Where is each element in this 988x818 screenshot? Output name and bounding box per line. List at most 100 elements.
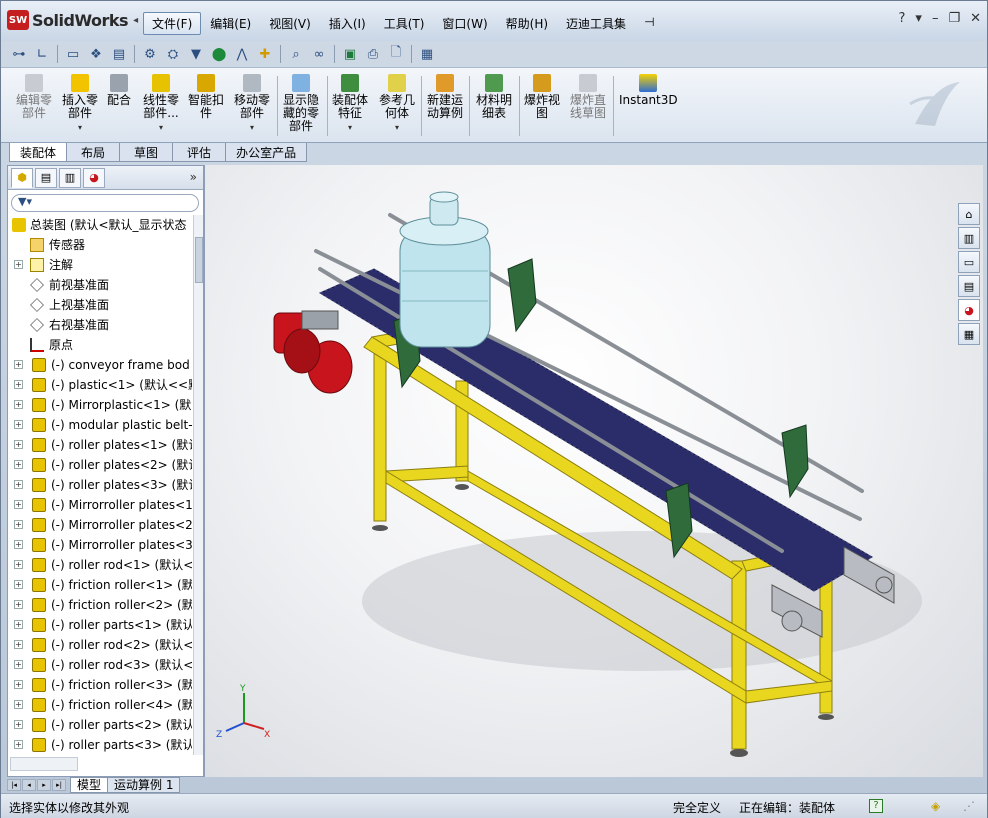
help-dropdown-icon[interactable]: ▾ bbox=[915, 11, 922, 26]
last-tab-icon[interactable]: ▸| bbox=[52, 779, 66, 791]
tree-item[interactable]: + (-) roller plates<2> (默认 bbox=[10, 455, 192, 475]
expand-icon[interactable]: + bbox=[14, 580, 23, 589]
minimize-button[interactable]: – bbox=[932, 11, 939, 26]
tab-assembly[interactable]: 装配体 bbox=[9, 143, 68, 162]
tab-evaluate[interactable]: 评估 bbox=[172, 143, 227, 162]
insert-component-button[interactable]: 插入零部件 ▾ bbox=[61, 74, 99, 134]
tree-item[interactable]: + (-) roller parts<2> (默认 bbox=[10, 715, 192, 735]
measure-icon[interactable]: ⊶ bbox=[9, 44, 29, 64]
expand-icon[interactable]: + bbox=[14, 540, 23, 549]
table-icon[interactable]: ▦ bbox=[417, 44, 437, 64]
home-icon[interactable]: ⌂ bbox=[958, 203, 980, 225]
menu-window[interactable]: 窗口(W) bbox=[433, 12, 496, 35]
tree-item[interactable]: 上视基准面 bbox=[10, 295, 192, 315]
graphics-area[interactable]: Y X Z ⌕ ⌖ ↶ ◧ ▣▾ ◩▾ ◌▾ ◕ ✿▾ ▦▾ ▬ ❐ ✕ bbox=[204, 165, 983, 777]
explode-line-sketch-button[interactable]: 爆炸直线草图 bbox=[569, 74, 607, 120]
tab-layout[interactable]: 布局 bbox=[66, 143, 121, 162]
custom-properties-icon[interactable]: ▦ bbox=[958, 323, 980, 345]
instant3d-button[interactable]: Instant3D bbox=[619, 74, 678, 107]
next-tab-icon[interactable]: ▸ bbox=[37, 779, 51, 791]
tag-icon[interactable]: ◈ bbox=[931, 799, 940, 813]
tab-model[interactable]: 模型 bbox=[70, 777, 109, 793]
tree-item[interactable]: 原点 bbox=[10, 335, 192, 355]
add-icon[interactable]: ✚ bbox=[255, 44, 275, 64]
expand-icon[interactable]: + bbox=[14, 260, 23, 269]
tree-item[interactable]: + (-) friction roller<4> (默 bbox=[10, 695, 192, 715]
expand-icon[interactable]: + bbox=[14, 660, 23, 669]
gear-motor[interactable] bbox=[273, 310, 353, 394]
menu-edit[interactable]: 编辑(E) bbox=[201, 12, 260, 35]
binoculars-icon[interactable]: ∞ bbox=[309, 44, 329, 64]
expand-icon[interactable]: + bbox=[14, 480, 23, 489]
expand-icon[interactable]: + bbox=[14, 620, 23, 629]
expand-icon[interactable]: + bbox=[14, 700, 23, 709]
expand-icon[interactable]: + bbox=[14, 400, 23, 409]
expand-panel-icon[interactable]: » bbox=[190, 170, 197, 184]
chevron-down-icon[interactable]: ▾ bbox=[159, 121, 163, 134]
tree-item[interactable]: + (-) modular plastic belt- bbox=[10, 415, 192, 435]
conveyor-model[interactable]: Y X Z bbox=[205, 165, 983, 777]
menu-insert[interactable]: 插入(I) bbox=[320, 12, 375, 35]
location-icon[interactable]: ⬤ bbox=[209, 44, 229, 64]
feature-manager-tab-icon[interactable]: ⬢ bbox=[11, 167, 33, 188]
tree-filter[interactable]: ▼▾ bbox=[11, 194, 199, 212]
component-icon[interactable]: ⛭ bbox=[163, 44, 183, 64]
water-bottle[interactable] bbox=[399, 191, 491, 348]
chevron-down-icon[interactable]: ▾ bbox=[395, 121, 399, 134]
move-component-button[interactable]: 移动零部件 ▾ bbox=[233, 74, 271, 134]
new-document-icon[interactable]: 🗋 bbox=[386, 44, 406, 64]
tree-item[interactable]: + (-) Mirrorroller plates<1 bbox=[10, 495, 192, 515]
layers-icon[interactable]: ▤ bbox=[109, 44, 129, 64]
tree-item[interactable]: + (-) roller plates<1> (默认 bbox=[10, 435, 192, 455]
close-button[interactable]: ✕ bbox=[970, 11, 981, 26]
menu-help[interactable]: 帮助(H) bbox=[497, 12, 557, 35]
tree-item[interactable]: + (-) friction roller<1> (默 bbox=[10, 575, 192, 595]
expand-icon[interactable]: + bbox=[14, 440, 23, 449]
tree-item[interactable]: + (-) Mirrorroller plates<2 bbox=[10, 515, 192, 535]
print-icon[interactable]: ⎙ bbox=[363, 44, 383, 64]
tab-motion-study-1[interactable]: 运动算例 1 bbox=[107, 777, 181, 793]
prev-tab-icon[interactable]: ◂ bbox=[22, 779, 36, 791]
mate-button[interactable]: 配合 bbox=[107, 74, 131, 107]
app-logo[interactable]: SW SolidWorks ◂ bbox=[7, 9, 138, 31]
tree-horizontal-scrollbar[interactable] bbox=[10, 757, 78, 771]
menu-expand-icon[interactable]: ◂ bbox=[133, 15, 138, 26]
tree-item[interactable]: 传感器 bbox=[10, 235, 192, 255]
tree-root[interactable]: 总装图 (默认<默认_显示状态 bbox=[10, 215, 192, 235]
help-icon[interactable]: ? bbox=[899, 11, 906, 26]
resize-grip-icon[interactable]: ⋰ bbox=[963, 799, 975, 813]
view-palette-icon[interactable]: ▤ bbox=[958, 275, 980, 297]
appearances-icon[interactable]: ◕ bbox=[958, 299, 980, 321]
new-motion-study-button[interactable]: 新建运动算例 bbox=[425, 74, 465, 120]
expand-icon[interactable]: + bbox=[14, 380, 23, 389]
reference-geometry-button[interactable]: 参考几何体 ▾ bbox=[377, 74, 417, 134]
tree-item[interactable]: 右视基准面 bbox=[10, 315, 192, 335]
tab-office-products[interactable]: 办公室产品 bbox=[225, 143, 308, 162]
tree-item[interactable]: + (-) Mirrorroller plates<3 bbox=[10, 535, 192, 555]
rebuild-status-icon[interactable]: ? bbox=[869, 799, 883, 813]
tree-item[interactable]: + (-) friction roller<2> (默 bbox=[10, 595, 192, 615]
tree-item[interactable]: + (-) roller parts<3> (默认 bbox=[10, 735, 192, 755]
menu-tools[interactable]: 工具(T) bbox=[375, 12, 434, 35]
expand-icon[interactable]: + bbox=[14, 720, 23, 729]
tree-item[interactable]: + (-) plastic<1> (默认<<默 bbox=[10, 375, 192, 395]
show-hidden-components-button[interactable]: 显示隐藏的零部件 bbox=[281, 74, 321, 133]
expand-icon[interactable]: + bbox=[14, 740, 23, 749]
smart-fasteners-button[interactable]: 智能扣件 bbox=[187, 74, 225, 120]
dimension-icon[interactable]: ∟ bbox=[32, 44, 52, 64]
expand-icon[interactable]: + bbox=[14, 460, 23, 469]
gear-icon[interactable]: ⚙ bbox=[140, 44, 160, 64]
tree-item[interactable]: + (-) Mirrorplastic<1> (默 bbox=[10, 395, 192, 415]
configuration-manager-tab-icon[interactable]: ▥ bbox=[59, 167, 81, 188]
menu-view[interactable]: 视图(V) bbox=[260, 12, 320, 35]
expand-icon[interactable]: + bbox=[14, 500, 23, 509]
expand-icon[interactable]: + bbox=[14, 360, 23, 369]
tree-item[interactable]: + (-) friction roller<3> (默 bbox=[10, 675, 192, 695]
tree-item[interactable]: + (-) roller rod<2> (默认< bbox=[10, 635, 192, 655]
linear-pattern-button[interactable]: 线性零部件... ▾ bbox=[141, 74, 181, 134]
tree-item[interactable]: + (-) roller parts<1> (默认 bbox=[10, 615, 192, 635]
scrollbar-thumb[interactable] bbox=[195, 237, 203, 283]
expand-icon[interactable]: + bbox=[14, 560, 23, 569]
assembly-icon[interactable]: ❖ bbox=[86, 44, 106, 64]
tab-sketch[interactable]: 草图 bbox=[119, 143, 174, 162]
